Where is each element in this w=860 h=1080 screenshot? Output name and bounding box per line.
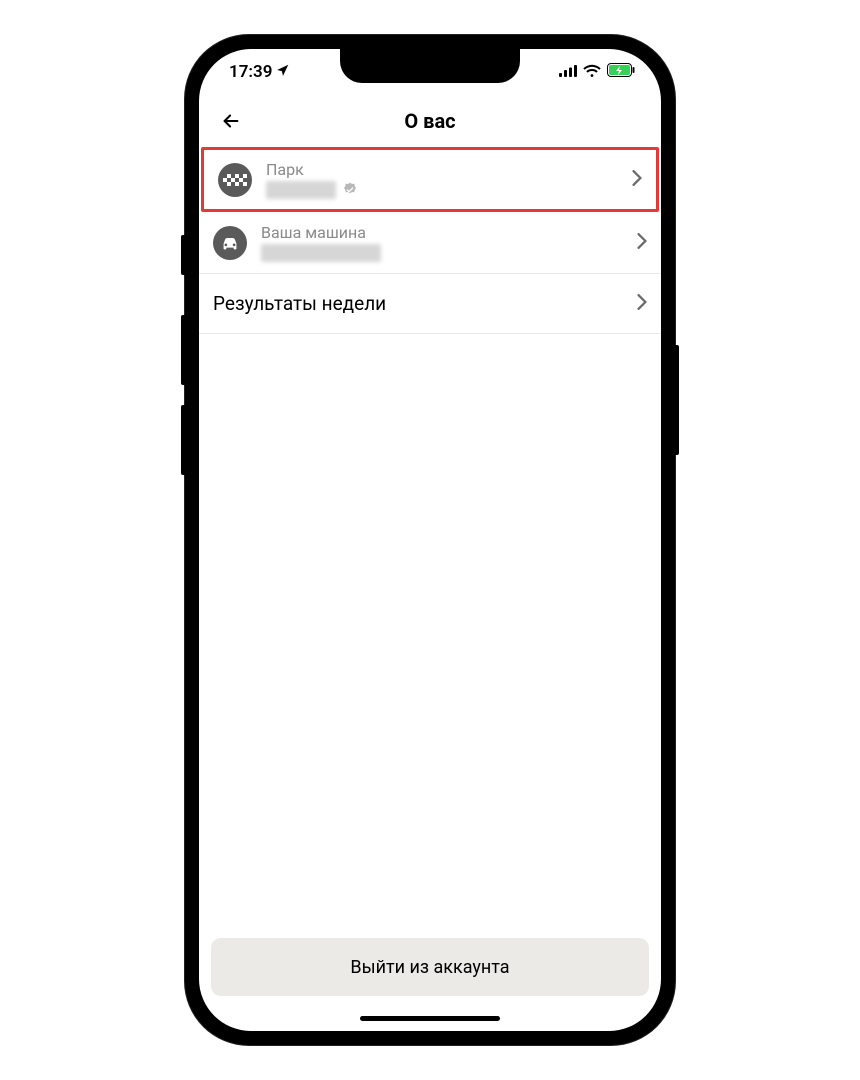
page-title: О вас (404, 109, 455, 133)
status-time: 17:39 (229, 62, 272, 82)
row-main: Ваша машина (261, 223, 637, 262)
notch (340, 49, 520, 83)
wifi-icon (583, 62, 601, 82)
row-park[interactable]: Парк (201, 147, 659, 212)
content: Парк (199, 147, 661, 1031)
back-button[interactable] (215, 105, 247, 137)
car-icon (213, 226, 247, 260)
phone-side-button (181, 405, 185, 475)
status-right (559, 62, 635, 82)
chevron-right-icon (637, 233, 647, 253)
status-left: 17:39 (229, 62, 290, 82)
screen: 17:39 (199, 49, 661, 1031)
row-weekly-results[interactable]: Результаты недели (199, 274, 661, 334)
verified-badge-icon (342, 182, 358, 198)
row-main: Парк (266, 160, 632, 199)
row-park-label: Парк (266, 160, 632, 179)
redacted-value (261, 244, 381, 262)
location-arrow-icon (276, 62, 290, 82)
row-vehicle-value (261, 244, 637, 262)
chevron-right-icon (632, 170, 642, 190)
taxi-icon (218, 163, 252, 197)
spacer (199, 334, 661, 926)
arrow-left-icon (220, 110, 242, 132)
cellular-signal-icon (559, 62, 577, 82)
logout-button[interactable]: Выйти из аккаунта (211, 938, 649, 996)
row-weekly-label: Результаты недели (213, 292, 637, 315)
phone-side-button (181, 235, 185, 275)
row-park-value (266, 181, 632, 199)
redacted-value (266, 181, 336, 199)
home-indicator[interactable] (360, 1016, 500, 1021)
phone-frame: 17:39 (185, 35, 675, 1045)
battery-charging-icon (607, 62, 635, 82)
logout-label: Выйти из аккаунта (350, 957, 509, 978)
phone-side-button (181, 315, 185, 385)
phone-side-button (675, 345, 679, 455)
nav-header: О вас (199, 95, 661, 147)
row-vehicle-label: Ваша машина (261, 223, 637, 242)
chevron-right-icon (637, 294, 647, 314)
row-vehicle[interactable]: Ваша машина (199, 212, 661, 274)
